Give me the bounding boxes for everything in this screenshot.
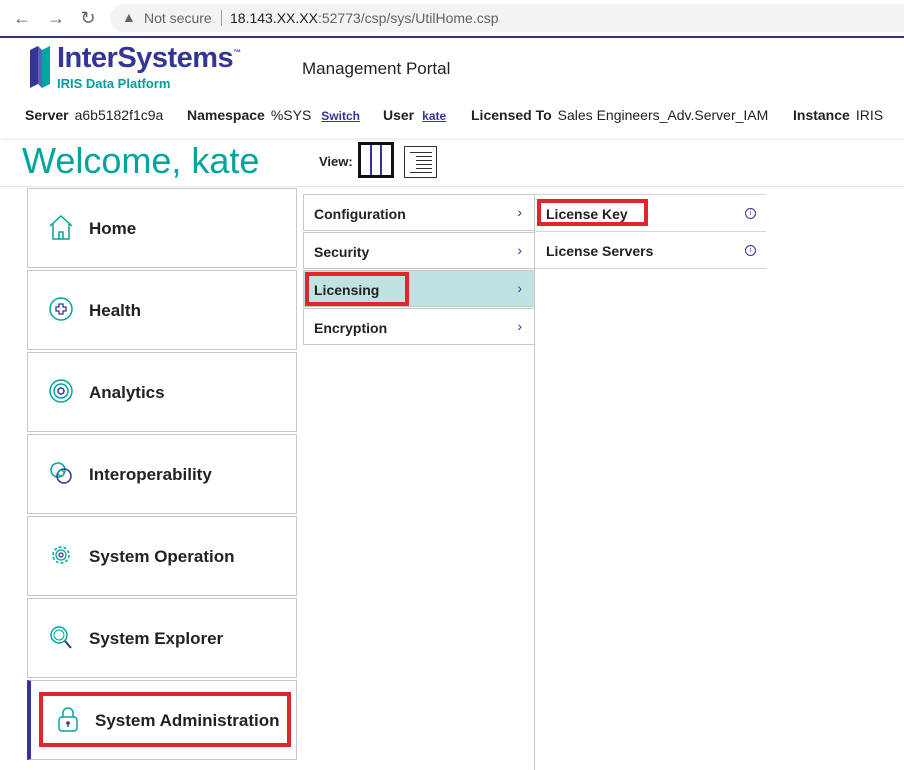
info-icon[interactable]: i	[745, 208, 756, 219]
url-host: 18.143.	[230, 10, 277, 26]
license-info: Licensed To Sales Engineers_Adv.Server_IA…	[471, 107, 768, 123]
server-info: Server a6b5182f1c9a	[25, 107, 163, 123]
user-link[interactable]: kate	[422, 109, 446, 123]
product-name: IRIS Data Platform	[57, 76, 171, 91]
view-label: View:	[319, 154, 353, 169]
menu-item-system-explorer[interactable]: System Explorer	[27, 598, 297, 678]
server-value: a6b5182f1c9a	[74, 107, 164, 123]
menu-item-home[interactable]: Home	[27, 188, 297, 268]
submenu-item-label: Encryption	[314, 320, 388, 336]
submenu-item-security[interactable]: Security ›	[303, 232, 534, 269]
instance-value: IRIS	[855, 107, 884, 123]
reload-icon[interactable]: ↻	[78, 8, 98, 28]
home-icon	[49, 214, 73, 240]
user-info: User kate	[383, 107, 446, 123]
submenu-item-label: Configuration	[314, 206, 406, 222]
brand-name: InterSystems	[57, 42, 234, 74]
menu-item-label: Interoperability	[89, 465, 212, 484]
forward-arrow-icon[interactable]: →	[46, 8, 66, 28]
intersystems-logo-icon	[30, 46, 50, 88]
back-arrow-icon[interactable]: ←	[12, 8, 32, 28]
health-icon	[49, 297, 73, 321]
menu-item-interoperability[interactable]: Interoperability	[27, 434, 297, 514]
warning-icon: ▲	[122, 9, 136, 25]
url-host-masked: XX.XX	[276, 10, 318, 26]
namespace-info: Namespace %SYS Switch	[187, 107, 360, 123]
chevron-right-icon: ›	[517, 204, 522, 220]
menu-item-label: Health	[89, 301, 141, 320]
menu-item-label: Analytics	[89, 383, 165, 402]
menu-item-analytics[interactable]: Analytics	[27, 352, 297, 432]
switch-namespace-link[interactable]: Switch	[321, 109, 360, 123]
chevron-right-icon: ›	[517, 242, 522, 258]
security-label: Not secure	[144, 10, 212, 26]
chevron-right-icon: ›	[517, 280, 522, 296]
highlight-licensing	[305, 272, 409, 306]
submenu-item-encryption[interactable]: Encryption ›	[303, 308, 534, 345]
magnifier-icon	[50, 626, 72, 649]
menu-item-label: System Operation	[89, 547, 235, 566]
submenu-item-configuration[interactable]: Configuration ›	[303, 194, 534, 231]
menu-item-label: System Explorer	[89, 629, 224, 648]
browser-toolbar: ← → ↻ ▲ Not secure 18.143.XX.XX:52773/cs…	[0, 0, 904, 38]
menu-item-system-operation[interactable]: System Operation	[27, 516, 297, 596]
gear-icon	[52, 546, 70, 564]
highlight-license-key	[537, 199, 648, 226]
menu-item-health[interactable]: Health	[27, 270, 297, 350]
main-menu: Home Health Analytics Interoperability S…	[27, 188, 297, 762]
instance-info: Instance IRIS	[793, 107, 883, 123]
brand-logo[interactable]: InterSystems™	[57, 42, 241, 75]
licensed-value: Sales Engineers_Adv.Server_IAM	[557, 107, 769, 123]
welcome-heading: Welcome, kate	[22, 140, 260, 181]
option-license-servers[interactable]: License Servers i	[535, 231, 766, 269]
portal-title: Management Portal	[302, 59, 451, 78]
chevron-right-icon: ›	[517, 318, 522, 334]
server-label: Server	[25, 107, 69, 123]
highlight-system-administration	[39, 692, 291, 747]
submenu-item-label: Security	[314, 244, 370, 260]
address-separator	[221, 10, 222, 26]
user-label: User	[383, 107, 415, 123]
info-icon[interactable]: i	[745, 245, 756, 256]
header-divider	[0, 186, 904, 187]
namespace-label: Namespace	[187, 107, 265, 123]
interoperability-icon	[50, 462, 72, 484]
licensed-label: Licensed To	[471, 107, 552, 123]
list-view-icon[interactable]	[404, 146, 437, 178]
option-label: License Servers	[546, 243, 654, 259]
brand-trademark: ™	[233, 48, 241, 57]
url-path: :52773/csp/sys/UtilHome.csp	[317, 10, 499, 26]
url-text: 18.143.XX.XX:52773/csp/sys/UtilHome.csp	[230, 10, 499, 26]
analytics-icon	[49, 379, 73, 403]
address-bar[interactable]: ▲ Not secure 18.143.XX.XX:52773/csp/sys/…	[110, 4, 904, 32]
instance-label: Instance	[793, 107, 850, 123]
menu-item-label: Home	[89, 219, 137, 238]
columns-view-icon[interactable]	[358, 142, 394, 178]
portal-header: InterSystems™ IRIS Data Platform Managem…	[0, 38, 904, 138]
namespace-value: %SYS	[270, 107, 312, 123]
